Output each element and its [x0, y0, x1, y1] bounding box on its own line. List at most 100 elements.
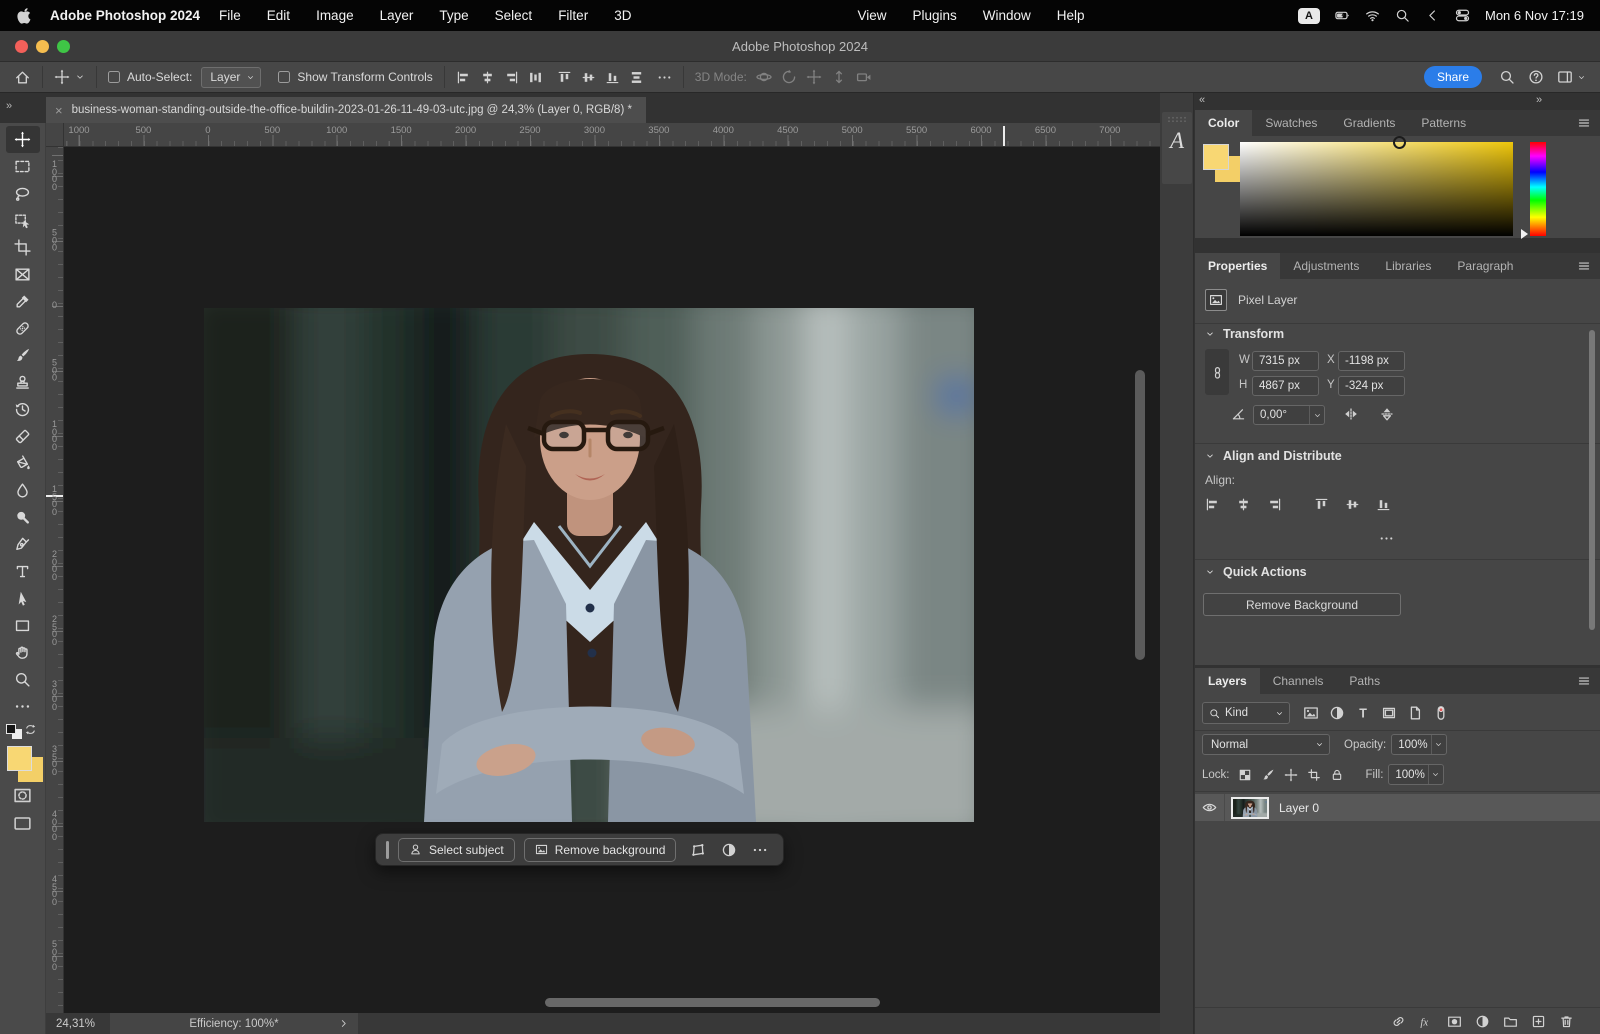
smart-object-icon[interactable]	[1407, 705, 1423, 721]
drag-handle[interactable]	[386, 841, 389, 859]
menu-image[interactable]: Image	[303, 8, 367, 23]
menu-file[interactable]: File	[206, 8, 254, 23]
vertical-ruler[interactable]: 1 0 0 05 0 005 0 01 0 0 01 5 0 02 0 0 02…	[46, 147, 64, 1013]
hue-slider-marker[interactable]	[1521, 229, 1528, 239]
marquee-tool[interactable]	[6, 153, 40, 180]
delete-icon[interactable]	[1559, 1014, 1574, 1029]
character-panel-icon-button[interactable]: A	[1162, 112, 1192, 184]
tab-swatches[interactable]: Swatches	[1252, 110, 1330, 136]
zoom-tool[interactable]	[6, 666, 40, 693]
layer-thumbnail[interactable]	[1231, 797, 1269, 819]
tab-adjustments[interactable]: Adjustments	[1280, 253, 1372, 279]
saturation-brightness-field[interactable]	[1240, 142, 1513, 236]
flip-horizontal-icon[interactable]	[1343, 406, 1359, 422]
blur-tool[interactable]	[6, 477, 40, 504]
canvas[interactable]: Select subject Remove background	[64, 147, 1160, 1013]
constrain-proportions-icon[interactable]	[1205, 349, 1229, 395]
menu-help[interactable]: Help	[1044, 8, 1098, 23]
tab-color[interactable]: Color	[1195, 110, 1252, 136]
frame-brackets-icon[interactable]	[1381, 705, 1397, 721]
close-tab-icon[interactable]: ×	[55, 104, 63, 117]
move-tool[interactable]	[6, 126, 40, 153]
lock-move-icon[interactable]	[1284, 768, 1298, 782]
quick-mask-icon[interactable]	[13, 786, 32, 805]
align-center-h-icon[interactable]	[1236, 497, 1251, 512]
chevron-down-icon[interactable]	[1431, 735, 1446, 754]
align-left-icon[interactable]	[456, 70, 471, 85]
lasso-tool[interactable]	[6, 180, 40, 207]
remove-background-quick-action[interactable]: Remove Background	[1203, 593, 1401, 616]
menu-view[interactable]: View	[844, 8, 899, 23]
menu-select[interactable]: Select	[482, 8, 546, 23]
ruler-origin-corner[interactable]	[46, 123, 64, 147]
group-folder-icon[interactable]	[1503, 1014, 1518, 1029]
layer-visibility-icon[interactable]	[1195, 800, 1224, 815]
wifi-icon[interactable]	[1365, 8, 1380, 23]
fill-field[interactable]: 100%	[1388, 764, 1443, 785]
panel-menu-icon[interactable]	[1577, 116, 1591, 130]
vertical-scrollbar[interactable]	[1135, 370, 1145, 660]
horizontal-ruler[interactable]: 1000500050010001500200025003000350040004…	[64, 123, 1160, 147]
rectangle-tool[interactable]	[6, 612, 40, 639]
align-section-header[interactable]: Align and Distribute	[1205, 449, 1342, 463]
chevron-left-icon[interactable]	[1425, 8, 1440, 23]
lock-checkerboard-icon[interactable]	[1238, 768, 1252, 782]
home-icon[interactable]	[14, 69, 31, 86]
chevron-down-icon[interactable]	[1309, 406, 1324, 424]
minimize-window-button[interactable]	[36, 40, 49, 53]
more-align-options-icon[interactable]	[1379, 531, 1394, 546]
panel-scrollbar[interactable]	[1589, 330, 1595, 630]
tab-paths[interactable]: Paths	[1336, 668, 1393, 694]
expand-panels-icon[interactable]: «	[1199, 94, 1203, 106]
workspace-icon[interactable]	[1557, 69, 1573, 85]
eraser-tool[interactable]	[6, 423, 40, 450]
foreground-color-swatch[interactable]	[1203, 144, 1229, 170]
hand-tool[interactable]	[6, 639, 40, 666]
app-menu-title[interactable]: Adobe Photoshop 2024	[50, 8, 200, 23]
camera-3d-icon[interactable]	[856, 69, 872, 85]
battery-icon[interactable]	[1335, 8, 1350, 23]
lock-lock-all-icon[interactable]	[1330, 768, 1344, 782]
remove-background-button[interactable]: Remove background	[524, 838, 677, 862]
type-tool[interactable]	[6, 558, 40, 585]
dodge-tool[interactable]	[6, 504, 40, 531]
search-icon[interactable]	[1499, 69, 1515, 85]
move-tool-icon[interactable]	[54, 69, 70, 85]
show-transform-checkbox[interactable]	[278, 71, 290, 83]
ellipsis-icon[interactable]	[752, 842, 768, 858]
hue-slider[interactable]	[1530, 142, 1546, 236]
layer-mask-icon[interactable]	[1447, 1014, 1462, 1029]
object-selection-tool[interactable]	[6, 207, 40, 234]
foreground-color-swatch[interactable]	[7, 746, 32, 771]
ellipsis-tool[interactable]	[6, 693, 40, 720]
blend-mode-dropdown[interactable]: Normal	[1202, 734, 1330, 755]
tab-properties[interactable]: Properties	[1195, 253, 1280, 279]
link-icon[interactable]	[1391, 1014, 1406, 1029]
efficiency-indicator[interactable]: Efficiency: 100%*	[110, 1013, 358, 1034]
distribute-v-icon[interactable]	[629, 70, 644, 85]
input-source-badge[interactable]: A	[1298, 8, 1320, 24]
drag-3d-icon[interactable]	[806, 69, 822, 85]
type-letter-icon[interactable]: T	[1355, 705, 1371, 721]
transform-quad-icon[interactable]	[690, 842, 706, 858]
align-top-icon[interactable]	[557, 70, 572, 85]
control-center-icon[interactable]	[1455, 8, 1470, 23]
color-picker-cursor[interactable]	[1393, 136, 1406, 149]
eyedropper-tool[interactable]	[6, 288, 40, 315]
crop-tool[interactable]	[6, 234, 40, 261]
orbit-3d-icon[interactable]	[756, 69, 772, 85]
adjustment-icon[interactable]	[721, 842, 737, 858]
paint-bucket-tool[interactable]	[6, 450, 40, 477]
screen-mode-icon[interactable]	[13, 814, 32, 833]
help-icon[interactable]	[1528, 69, 1544, 85]
zoom-window-button[interactable]	[57, 40, 70, 53]
tool-preset-chevron-icon[interactable]	[75, 72, 85, 82]
align-center-v-icon[interactable]	[1345, 497, 1360, 512]
y-field[interactable]: -324 px	[1338, 376, 1405, 396]
filter-kind-dropdown[interactable]: Kind	[1202, 702, 1290, 724]
slide-3d-icon[interactable]	[831, 69, 847, 85]
menu-bar-clock[interactable]: Mon 6 Nov 17:19	[1485, 8, 1584, 23]
tab-paragraph[interactable]: Paragraph	[1444, 253, 1526, 279]
adjustment-icon[interactable]	[1475, 1014, 1490, 1029]
swap-colors-icon[interactable]	[24, 723, 37, 736]
